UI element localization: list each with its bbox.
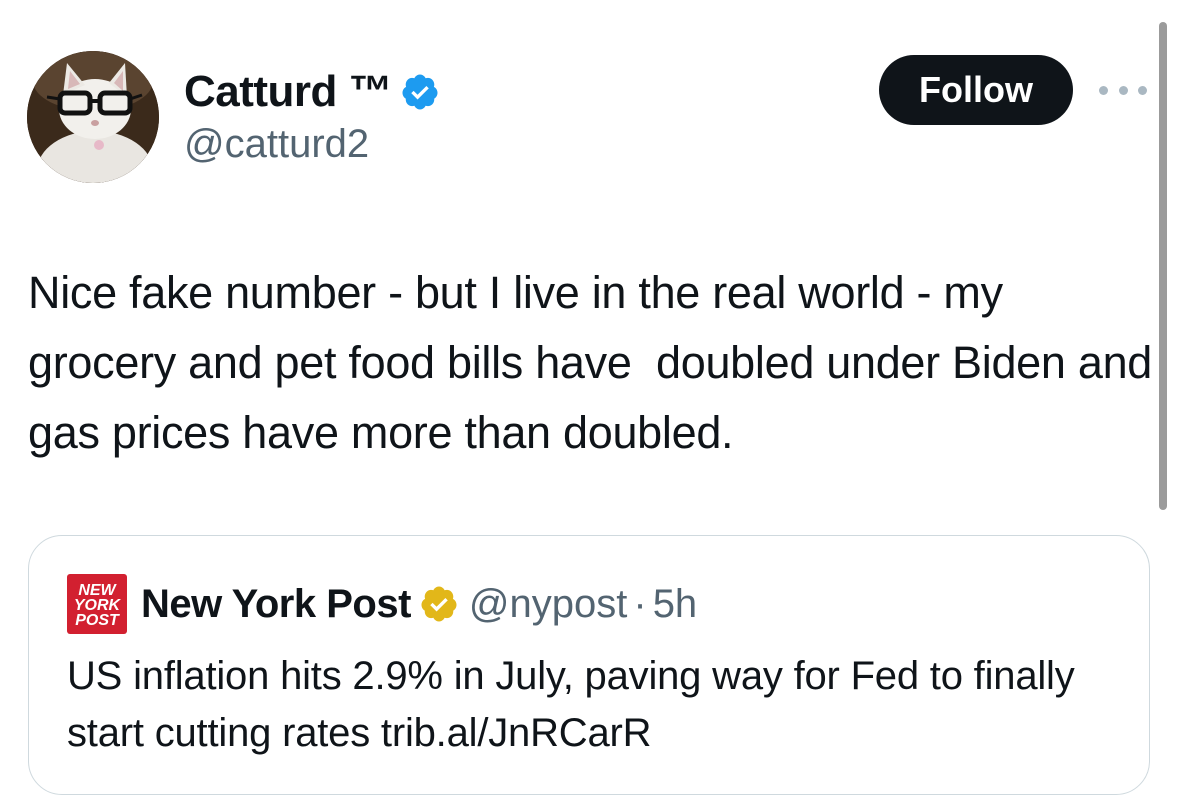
author-avatar[interactable] [27, 51, 159, 183]
author-name-row: Catturd ™ [184, 64, 440, 120]
quoted-tweet-card[interactable]: NEW YORK POST New York Post @nypost · 5h… [28, 535, 1150, 795]
quoted-tweet-text: US inflation hits 2.9% in July, paving w… [67, 654, 1075, 755]
more-dots-icon[interactable] [1099, 78, 1147, 102]
separator-dot: · [633, 581, 647, 626]
gold-verified-badge-icon [421, 586, 457, 622]
quoted-display-name[interactable]: New York Post [141, 582, 411, 627]
more-dot [1138, 85, 1147, 95]
follow-button[interactable]: Follow [879, 55, 1073, 125]
nypost-logo-mark: NEW YORK POST [74, 582, 122, 629]
nypost-logo: NEW YORK POST [67, 574, 127, 634]
quoted-timestamp[interactable]: 5h [653, 582, 698, 627]
cat-with-glasses-avatar-icon [27, 51, 159, 183]
verified-badge-icon [402, 74, 438, 110]
logo-line-3: POST [75, 612, 120, 629]
tweet-text: Nice fake number - but I live in the rea… [28, 267, 1153, 458]
scrollbar[interactable] [1159, 22, 1167, 510]
more-dot [1118, 85, 1128, 95]
more-dot [1099, 85, 1108, 95]
quoted-handle[interactable]: @nypost [469, 582, 627, 627]
quoted-tweet-header: New York Post @nypost · 5h [141, 574, 697, 634]
author-handle[interactable]: @catturd2 [184, 122, 369, 167]
author-display-name[interactable]: Catturd ™ [184, 67, 393, 117]
